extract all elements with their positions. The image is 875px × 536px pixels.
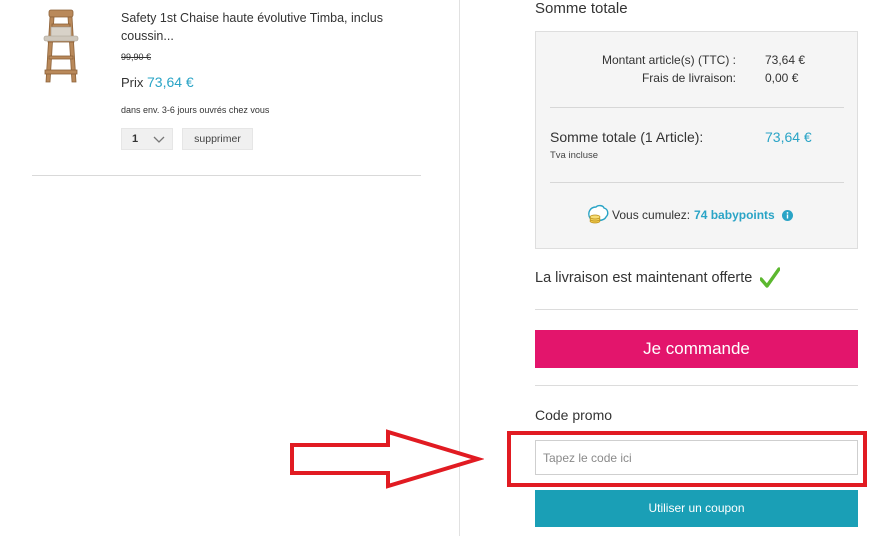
price-label: Prix: [121, 75, 147, 90]
product-price-row: Prix 73,64 €: [121, 74, 194, 90]
tva-note: Tva incluse: [550, 150, 599, 161]
babypoints-row: Vous cumulez: 74 babypoints: [586, 204, 793, 226]
order-button[interactable]: Je commande: [535, 330, 858, 368]
section-divider: [535, 309, 858, 310]
total-label: Somme totale (1 Article):: [550, 129, 704, 145]
free-shipping-notice: La livraison est maintenant offerte: [535, 267, 781, 289]
check-icon: [760, 267, 781, 288]
annotation-arrow: [290, 429, 484, 489]
high-chair-product-image: [43, 9, 79, 83]
total-value: 73,64 €: [765, 129, 812, 145]
quantity-select[interactable]: 1: [121, 128, 173, 150]
summary-box: Montant article(s) (TTC) : 73,64 € Frais…: [535, 31, 858, 249]
promo-code-label: Code promo: [535, 407, 613, 423]
info-icon[interactable]: [781, 209, 793, 221]
item-divider: [32, 175, 421, 176]
babypoints-value[interactable]: 74 babypoints: [694, 208, 775, 222]
product-price: 73,64 €: [147, 74, 194, 90]
summary-separator: [550, 182, 844, 183]
product-image[interactable]: [40, 8, 82, 84]
free-shipping-text: La livraison est maintenant offerte: [535, 270, 753, 286]
articles-amount-label: Montant article(s) (TTC) :: [601, 53, 736, 67]
product-title[interactable]: Safety 1st Chaise haute évolutive Timba,…: [121, 9, 411, 45]
section-divider: [535, 385, 858, 386]
coins-icon: [588, 204, 609, 224]
shipping-fee-value: 0,00 €: [765, 71, 799, 85]
quantity-value: 1: [132, 133, 139, 145]
articles-amount-value: 73,64 €: [765, 53, 806, 67]
remove-button[interactable]: supprimer: [182, 128, 253, 150]
shipping-fee-label: Frais de livraison:: [641, 71, 736, 85]
promo-code-input[interactable]: [535, 440, 858, 475]
use-coupon-button[interactable]: Utiliser un coupon: [535, 490, 858, 527]
summary-separator: [550, 107, 844, 108]
product-old-price: 99,90 €: [121, 52, 152, 62]
delivery-estimate: dans env. 3-6 jours ouvrés chez vous: [121, 105, 270, 115]
summary-title: Somme totale: [535, 0, 628, 17]
babypoints-text: Vous cumulez:: [612, 208, 691, 222]
chevron-down-icon: [153, 136, 165, 143]
